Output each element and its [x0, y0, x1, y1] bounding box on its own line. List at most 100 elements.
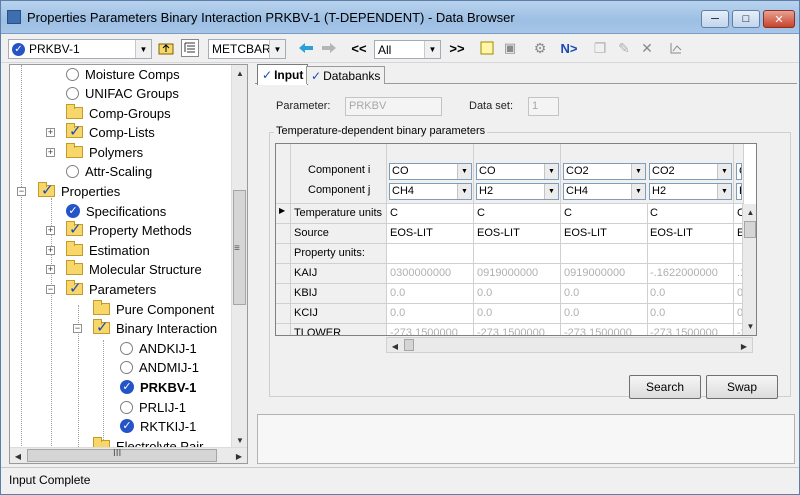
- tree-item-unifac-groups[interactable]: UNIFAC Groups: [66, 84, 179, 102]
- expand-icon[interactable]: +: [46, 128, 55, 137]
- tree-item-rktkij-1[interactable]: ✓ RKTKIJ-1: [120, 417, 196, 435]
- back-arrow-icon[interactable]: [297, 39, 315, 57]
- grid-vertical-scrollbar[interactable]: ▲ ▼: [742, 204, 756, 335]
- grid-cell-property-units[interactable]: [561, 244, 648, 264]
- library-icon[interactable]: ▣: [501, 39, 519, 57]
- navigation-tree[interactable]: Moisture Comps UNIFAC Groups Comp-Groups…: [9, 64, 248, 464]
- grid-cell-temp-units[interactable]: C: [387, 204, 474, 224]
- collapse-icon[interactable]: −: [46, 285, 55, 294]
- filter-combo[interactable]: All ▼: [374, 40, 441, 59]
- tree-item-andkij-1[interactable]: ANDKIJ-1: [120, 339, 197, 357]
- collapse-icon[interactable]: −: [73, 324, 82, 333]
- tree-view-toggle-icon[interactable]: [181, 39, 199, 57]
- chevron-down-icon[interactable]: ▼: [631, 184, 645, 199]
- grid-cell-source[interactable]: EOS-LIT: [474, 224, 561, 244]
- maximize-button[interactable]: □: [732, 10, 760, 28]
- scroll-up-icon[interactable]: ▲: [743, 204, 756, 220]
- expand-icon[interactable]: +: [46, 226, 55, 235]
- grid-cell-tlower[interactable]: -273.1500000: [474, 324, 561, 335]
- tree-item-parameters[interactable]: ✓ Parameters: [66, 280, 156, 298]
- chevron-down-icon[interactable]: ▼: [717, 184, 731, 199]
- edit-pencil-icon[interactable]: ✎: [615, 39, 633, 57]
- scroll-left-icon[interactable]: ◀: [387, 338, 403, 354]
- expand-icon[interactable]: +: [46, 265, 55, 274]
- scroll-down-icon[interactable]: ▼: [232, 432, 247, 448]
- grid-cell-kaij[interactable]: 0919000000: [474, 264, 561, 284]
- scrollbar-thumb[interactable]: [404, 339, 414, 351]
- collapse-icon[interactable]: −: [17, 187, 26, 196]
- chevron-down-icon[interactable]: ▼: [544, 164, 558, 179]
- next-page-button[interactable]: >>: [445, 39, 469, 57]
- scrollbar-thumb[interactable]: [27, 449, 217, 462]
- tree-item-properties[interactable]: ✓ Properties: [38, 182, 120, 200]
- tree-item-polymers[interactable]: Polymers: [66, 143, 143, 161]
- run-settings-icon[interactable]: ⚙: [531, 39, 549, 57]
- grid-cell-kcij[interactable]: 0.0: [387, 304, 474, 324]
- grid-cell-kaij[interactable]: 0919000000: [561, 264, 648, 284]
- title-bar[interactable]: Properties Parameters Binary Interaction…: [1, 1, 799, 34]
- grid-cell-property-units[interactable]: [474, 244, 561, 264]
- row-selector[interactable]: [276, 264, 291, 284]
- pane-splitter[interactable]: [248, 64, 254, 464]
- tree-item-moisture-comps[interactable]: Moisture Comps: [66, 65, 180, 83]
- expand-icon[interactable]: +: [46, 148, 55, 157]
- tree-horizontal-scrollbar[interactable]: ◀ III ▶: [10, 447, 247, 463]
- tree-item-prkbv-1[interactable]: ✓ PRKBV-1: [120, 378, 196, 396]
- grid-cell-kcij[interactable]: 0.0: [647, 304, 734, 324]
- swap-button[interactable]: Swap: [706, 375, 778, 399]
- scroll-right-icon[interactable]: ▶: [231, 448, 247, 463]
- grid-cell-property-units[interactable]: [647, 244, 734, 264]
- component-i-select[interactable]: CO ▼: [476, 163, 559, 180]
- scroll-right-icon[interactable]: ▶: [736, 338, 752, 354]
- chevron-down-icon[interactable]: ▼: [631, 164, 645, 179]
- close-button[interactable]: ✕: [763, 10, 795, 28]
- grid-cell-source[interactable]: EOS-LIT: [647, 224, 734, 244]
- previous-button[interactable]: <<: [347, 39, 371, 57]
- grid-cell-kbij[interactable]: 0.0: [647, 284, 734, 304]
- tree-item-comp-lists[interactable]: ✓ Comp-Lists: [66, 123, 155, 141]
- grid-cell-temp-units[interactable]: C: [647, 204, 734, 224]
- tree-item-attr-scaling[interactable]: Attr-Scaling: [66, 162, 152, 180]
- object-combo[interactable]: ✓ PRKBV-1 ▼: [8, 39, 152, 59]
- chevron-down-icon[interactable]: ▼: [269, 40, 285, 58]
- tree-item-binary-interaction[interactable]: ✓ Binary Interaction: [93, 319, 217, 337]
- parameter-field[interactable]: PRKBV: [345, 97, 442, 116]
- copy-icon[interactable]: ❐: [591, 39, 609, 57]
- minimize-button[interactable]: ─: [701, 10, 729, 28]
- chevron-down-icon[interactable]: ▼: [717, 164, 731, 179]
- row-selector[interactable]: [276, 224, 291, 244]
- tab-databanks[interactable]: ✓ Databanks: [306, 66, 386, 84]
- grid-cell-tlower[interactable]: -273.1500000: [647, 324, 734, 335]
- units-combo[interactable]: METCBAR ▼: [208, 39, 286, 59]
- scrollbar-thumb[interactable]: [744, 221, 756, 238]
- row-selector[interactable]: [276, 284, 291, 304]
- component-j-select[interactable]: H2 ▼: [476, 183, 559, 200]
- scroll-up-icon[interactable]: ▲: [232, 65, 247, 81]
- next-input-button[interactable]: N>: [557, 39, 581, 57]
- grid-cell-source[interactable]: EOS-LIT: [387, 224, 474, 244]
- row-selector[interactable]: [276, 324, 291, 335]
- component-i-select[interactable]: CO2 ▼: [649, 163, 732, 180]
- row-selector[interactable]: [276, 304, 291, 324]
- tree-item-pure-component[interactable]: Pure Component: [93, 300, 214, 318]
- scroll-left-icon[interactable]: ◀: [10, 448, 26, 463]
- grid-cell-kcij[interactable]: 0.0: [561, 304, 648, 324]
- component-j-select[interactable]: H2: [736, 183, 742, 200]
- search-button[interactable]: Search: [629, 375, 701, 399]
- expand-icon[interactable]: +: [46, 246, 55, 255]
- grid-horizontal-scrollbar[interactable]: ◀ ▶: [386, 337, 753, 353]
- tree-item-specifications[interactable]: ✓ Specifications: [66, 202, 166, 220]
- chevron-down-icon[interactable]: ▼: [135, 40, 151, 58]
- tree-item-property-methods[interactable]: ✓ Property Methods: [66, 221, 192, 239]
- grid-cell-kaij[interactable]: -.1622000000: [647, 264, 734, 284]
- chevron-down-icon[interactable]: ▼: [457, 184, 471, 199]
- grid-cell-kbij[interactable]: 0.0: [387, 284, 474, 304]
- note-icon[interactable]: [478, 39, 496, 57]
- component-j-select[interactable]: H2 ▼: [649, 183, 732, 200]
- grid-cell-kbij[interactable]: 0.0: [561, 284, 648, 304]
- grid-cell-kaij[interactable]: 0300000000: [387, 264, 474, 284]
- tab-input[interactable]: ✓ Input: [257, 64, 309, 85]
- tree-item-andmij-1[interactable]: ANDMIJ-1: [120, 358, 199, 376]
- component-i-select[interactable]: CO2 ▼: [563, 163, 646, 180]
- check-status-icon[interactable]: [667, 39, 685, 57]
